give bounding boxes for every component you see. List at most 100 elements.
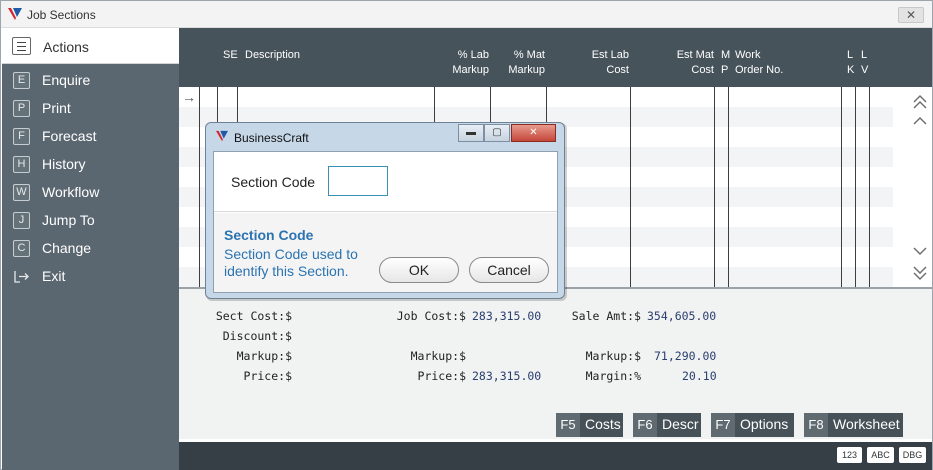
current-row-indicator-icon: → [182, 89, 196, 105]
price-label: Price:$ [417, 369, 466, 383]
sidebar-item-print[interactable]: P Print [2, 95, 179, 123]
window-close-button[interactable]: ✕ [898, 7, 924, 23]
title-bar: Job Sections ✕ [1, 1, 932, 28]
actions-header[interactable]: Actions [2, 28, 179, 64]
column-header-description[interactable]: Description [245, 48, 300, 63]
grid-header: SE Description % Lab Markup % Mat Markup… [179, 28, 932, 87]
dialog-input-area: Section Code [214, 152, 557, 212]
hamburger-menu-icon [12, 37, 31, 55]
column-header-line: Est Lab [591, 49, 629, 61]
column-divider [630, 87, 631, 287]
help-title: Section Code [224, 227, 314, 243]
ok-button[interactable]: OK [379, 257, 459, 283]
dialog-help-area: Section Code Section Code used to identi… [214, 213, 557, 292]
margin-label: Margin:% [585, 369, 641, 383]
shortcut-key-badge: E [13, 72, 30, 89]
f5-costs-button[interactable]: F5 Costs [556, 413, 623, 437]
sect-cost-label: Sect Cost:$ [215, 309, 292, 323]
status-badge-debug[interactable]: DBG [899, 447, 926, 463]
function-key-label: Descr [662, 416, 699, 432]
markup-label: Markup:$ [410, 349, 466, 363]
sidebar-item-change[interactable]: C Change [2, 235, 179, 263]
window-title: Job Sections [27, 8, 96, 22]
shortcut-key-badge: H [13, 156, 30, 173]
exit-icon [14, 271, 29, 283]
dialog-body: Section Code Section Code Section Code u… [213, 151, 558, 293]
sidebar-item-label: Workflow [42, 184, 100, 200]
sidebar-item-exit[interactable]: Exit [2, 263, 179, 291]
sidebar-item-enquire[interactable]: E Enquire [2, 67, 179, 95]
column-header-line: Est Mat [676, 49, 714, 61]
markup-label: Markup:$ [585, 349, 641, 363]
column-divider [869, 87, 870, 287]
scroll-top-icon[interactable] [912, 94, 928, 110]
sidebar-item-history[interactable]: H History [2, 151, 179, 179]
function-key-label: Options [740, 416, 789, 432]
dialog-maximize-button[interactable]: ▢ [484, 124, 510, 142]
sale-amt-label: Sale Amt:$ [571, 309, 641, 323]
status-bar: 123 ABC DBG [179, 442, 932, 470]
f6-descr-button[interactable]: F6 Descr [633, 413, 701, 437]
table-row[interactable] [179, 87, 893, 107]
column-header-line: Markup [452, 64, 489, 76]
column-header-line: P [721, 64, 729, 76]
column-header-line: M [721, 49, 731, 61]
price-label: Price:$ [243, 369, 292, 383]
column-header-line: K [847, 64, 855, 76]
column-divider [841, 87, 842, 287]
cancel-button[interactable]: Cancel [469, 257, 549, 283]
markup-value: 71,290.00 [654, 349, 717, 363]
column-divider [714, 87, 715, 287]
sidebar-item-label: Print [42, 100, 71, 116]
column-header-line: Cost [606, 64, 629, 76]
sale-amt-value: 354,605.00 [647, 309, 717, 323]
discount-label: Discount:$ [222, 329, 292, 343]
shortcut-key-badge: J [13, 212, 30, 229]
scroll-up-icon[interactable] [912, 115, 928, 127]
dialog-close-button[interactable]: ✕ [511, 124, 556, 142]
column-header-line: V [861, 64, 869, 76]
maximize-icon: ▢ [492, 127, 502, 138]
dialog-title: BusinessCraft [234, 131, 309, 145]
column-header-line: Order No. [735, 64, 784, 76]
function-key-badge: F6 [633, 413, 657, 437]
job-cost-value: 283,315.00 [472, 309, 542, 323]
markup-label: Markup:$ [236, 349, 292, 363]
column-header-line: Work [735, 49, 761, 61]
sidebar-item-label: History [42, 156, 86, 172]
column-divider [855, 87, 856, 287]
f7-options-button[interactable]: F7 Options [711, 413, 794, 437]
column-header-se[interactable]: SE [223, 48, 238, 63]
sidebar-item-workflow[interactable]: W Workflow [2, 179, 179, 207]
shortcut-key-badge: F [13, 128, 30, 145]
status-badge-caps[interactable]: ABC [867, 447, 894, 463]
dialog-minimize-button[interactable]: ▬ [458, 124, 484, 142]
minimize-icon: ▬ [466, 127, 476, 138]
function-key-badge: F5 [556, 413, 580, 437]
sidebar-item-forecast[interactable]: F Forecast [2, 123, 179, 151]
sidebar-item-jump-to[interactable]: J Jump To [2, 207, 179, 235]
sidebar-item-label: Change [42, 240, 92, 256]
scroll-down-icon[interactable] [912, 245, 928, 257]
status-badge-numeric[interactable]: 123 [837, 447, 862, 463]
shortcut-key-badge: P [13, 100, 30, 117]
section-code-label: Section Code [231, 174, 316, 190]
column-divider [728, 87, 729, 287]
help-text: Section Code used to identify this Secti… [224, 246, 358, 279]
scroll-bottom-icon[interactable] [912, 265, 928, 281]
section-code-dialog: BusinessCraft ▬ ▢ ✕ Section Code Section… [205, 122, 565, 299]
column-header-line: % Lab [457, 49, 489, 61]
f8-worksheet-button[interactable]: F8 Worksheet [804, 413, 903, 437]
sidebar-item-label: Enquire [42, 72, 91, 88]
price-value: 283,315.00 [472, 369, 542, 383]
function-key-badge: F8 [804, 413, 828, 437]
actions-label: Actions [43, 39, 89, 55]
businesscraft-logo-icon [8, 8, 22, 20]
function-key-label: Costs [585, 416, 621, 432]
column-header-line: % Mat [513, 49, 545, 61]
shortcut-key-badge: W [13, 184, 30, 201]
function-key-badge: F7 [711, 413, 735, 437]
column-header-line: Cost [691, 64, 714, 76]
function-key-label: Worksheet [833, 416, 900, 432]
section-code-input[interactable] [328, 166, 388, 196]
